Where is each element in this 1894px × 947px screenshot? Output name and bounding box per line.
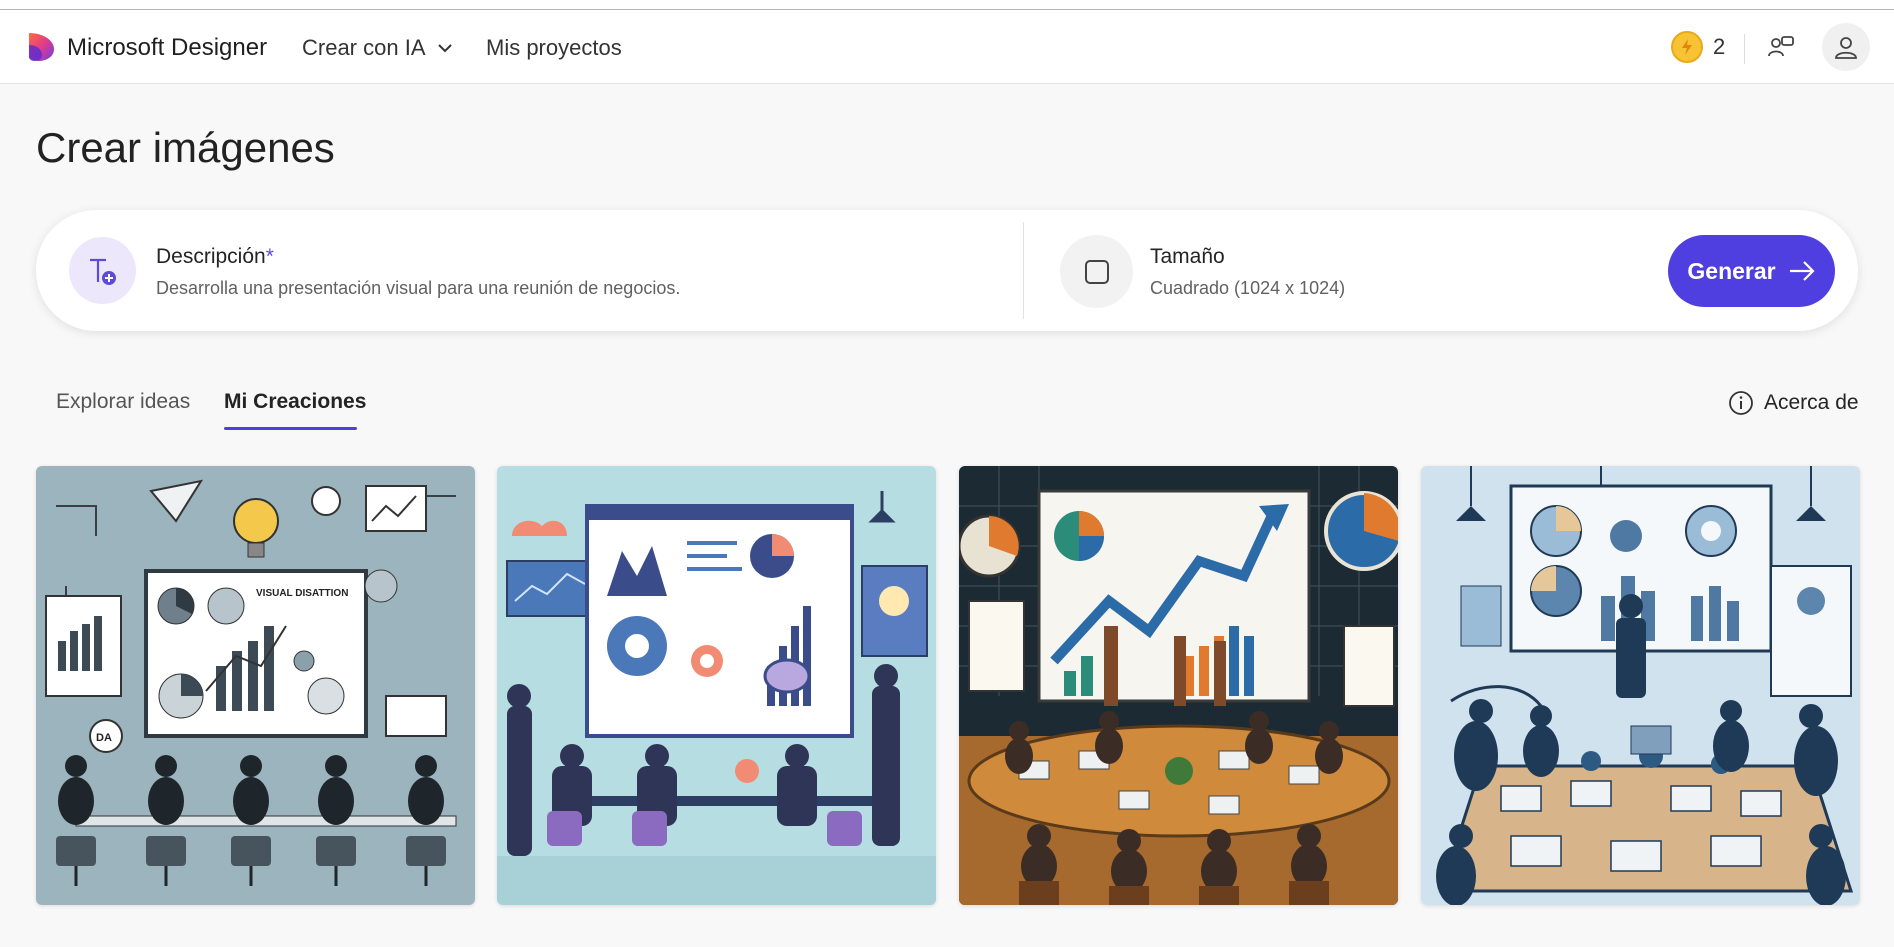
- chevron-down-icon: [437, 44, 452, 53]
- top-header: Microsoft Designer Crear con IA Mis proy…: [0, 10, 1894, 84]
- lightning-coin-icon: [1671, 31, 1703, 63]
- creation-thumbnail-3[interactable]: [959, 466, 1398, 905]
- business-meeting-illustration-2: [497, 466, 936, 905]
- tab-my-creations[interactable]: Mi Creaciones: [224, 390, 366, 414]
- size-button[interactable]: [1060, 235, 1133, 308]
- description-button[interactable]: [69, 237, 136, 304]
- info-icon: [1729, 391, 1753, 415]
- size-selector[interactable]: Cuadrado (1024 x 1024): [1150, 278, 1345, 299]
- about-link[interactable]: Acerca de: [1728, 390, 1859, 416]
- account-button[interactable]: [1822, 23, 1870, 71]
- active-tab-indicator: [224, 427, 357, 430]
- share-button[interactable]: [1764, 30, 1798, 64]
- about-label: Acerca de: [1764, 391, 1859, 414]
- creation-thumbnail-2[interactable]: [497, 466, 936, 905]
- creation-thumbnail-4[interactable]: [1421, 466, 1860, 905]
- thumb1-badge: DA: [96, 732, 112, 744]
- business-meeting-illustration-3: [959, 466, 1398, 905]
- text-add-icon: [89, 258, 116, 285]
- generate-label: Generar: [1687, 257, 1776, 284]
- size-label: Tamaño: [1150, 245, 1225, 268]
- credits-indicator[interactable]: 2: [1671, 31, 1725, 63]
- description-input[interactable]: Desarrolla una presentación visual para …: [156, 278, 680, 299]
- prompt-card: Descripción* Desarrolla una presentación…: [36, 210, 1858, 331]
- arrow-right-icon: [1789, 261, 1815, 281]
- designer-logo-icon[interactable]: [26, 31, 56, 63]
- generate-button[interactable]: Generar: [1668, 235, 1835, 307]
- prompt-divider: [1023, 222, 1024, 319]
- description-label: Descripción*: [156, 245, 274, 269]
- business-meeting-illustration-4: [1421, 466, 1860, 905]
- credits-count: 2: [1713, 34, 1726, 59]
- nav-create-label: Crear con IA: [302, 35, 426, 60]
- creation-thumbnail-1[interactable]: VISUAL DISATTION DA: [36, 466, 475, 905]
- description-label-text: Descripción: [156, 245, 266, 268]
- business-meeting-illustration-1: VISUAL DISATTION DA: [36, 466, 475, 905]
- nav-my-projects[interactable]: Mis proyectos: [486, 35, 622, 61]
- square-icon: [1084, 259, 1109, 284]
- share-icon: [1768, 36, 1794, 57]
- thumb1-caption: VISUAL DISATTION: [256, 588, 348, 599]
- required-mark: *: [265, 245, 274, 268]
- tab-explore-ideas[interactable]: Explorar ideas: [56, 390, 190, 414]
- nav-create-with-ai[interactable]: Crear con IA: [302, 35, 454, 61]
- user-icon: [1835, 37, 1857, 59]
- header-divider: [1744, 34, 1745, 64]
- browser-top-edge: [0, 0, 1894, 10]
- brand-name[interactable]: Microsoft Designer: [67, 34, 267, 62]
- page-title: Crear imágenes: [36, 124, 335, 171]
